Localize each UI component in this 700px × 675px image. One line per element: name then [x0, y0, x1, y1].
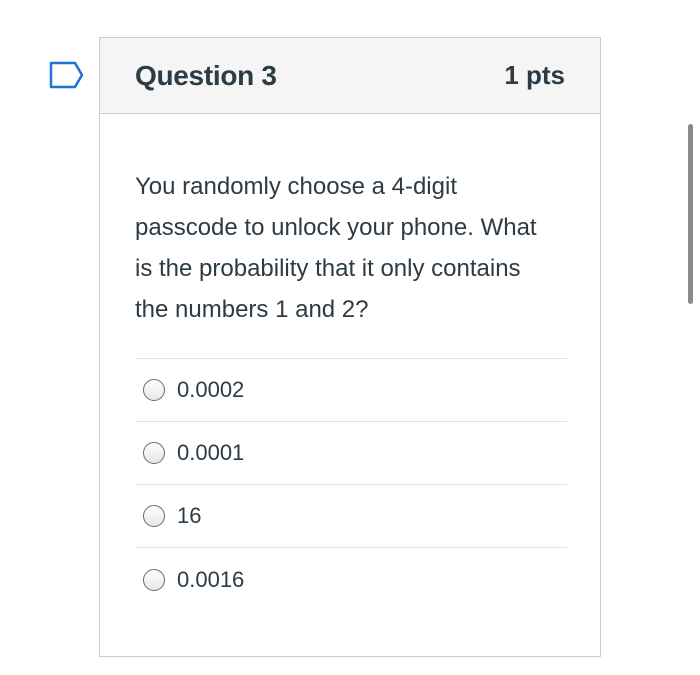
- radio-button[interactable]: [143, 379, 165, 401]
- question-text: You randomly choose a 4-digit passcode t…: [135, 173, 537, 323]
- question-body: You randomly choose a 4-digit passcode t…: [100, 114, 600, 611]
- question-header: Question 3 1 pts: [100, 38, 600, 114]
- answer-option[interactable]: 0.0002: [135, 359, 567, 422]
- radio-button[interactable]: [143, 442, 165, 464]
- radio-button[interactable]: [143, 568, 165, 591]
- scrollbar[interactable]: [688, 124, 693, 304]
- answer-option[interactable]: 0.0016: [135, 548, 567, 611]
- answer-list: 0.0002 0.0001 16 0.0016: [135, 358, 567, 611]
- radio-button[interactable]: [143, 505, 165, 527]
- flag-question-icon[interactable]: [49, 61, 85, 89]
- answer-option[interactable]: 0.0001: [135, 422, 567, 485]
- answer-label: 0.0001: [177, 440, 245, 465]
- question-title: Question 3: [135, 59, 277, 91]
- answer-label: 0.0016: [177, 566, 245, 592]
- quiz-page: Question 3 1 pts You randomly choose a 4…: [0, 0, 700, 675]
- answer-label: 0.0002: [177, 377, 245, 402]
- answer-option[interactable]: 16: [135, 485, 567, 548]
- question-points: 1 pts: [504, 60, 565, 90]
- answer-label: 16: [177, 503, 202, 528]
- question-card: Question 3 1 pts You randomly choose a 4…: [99, 37, 601, 657]
